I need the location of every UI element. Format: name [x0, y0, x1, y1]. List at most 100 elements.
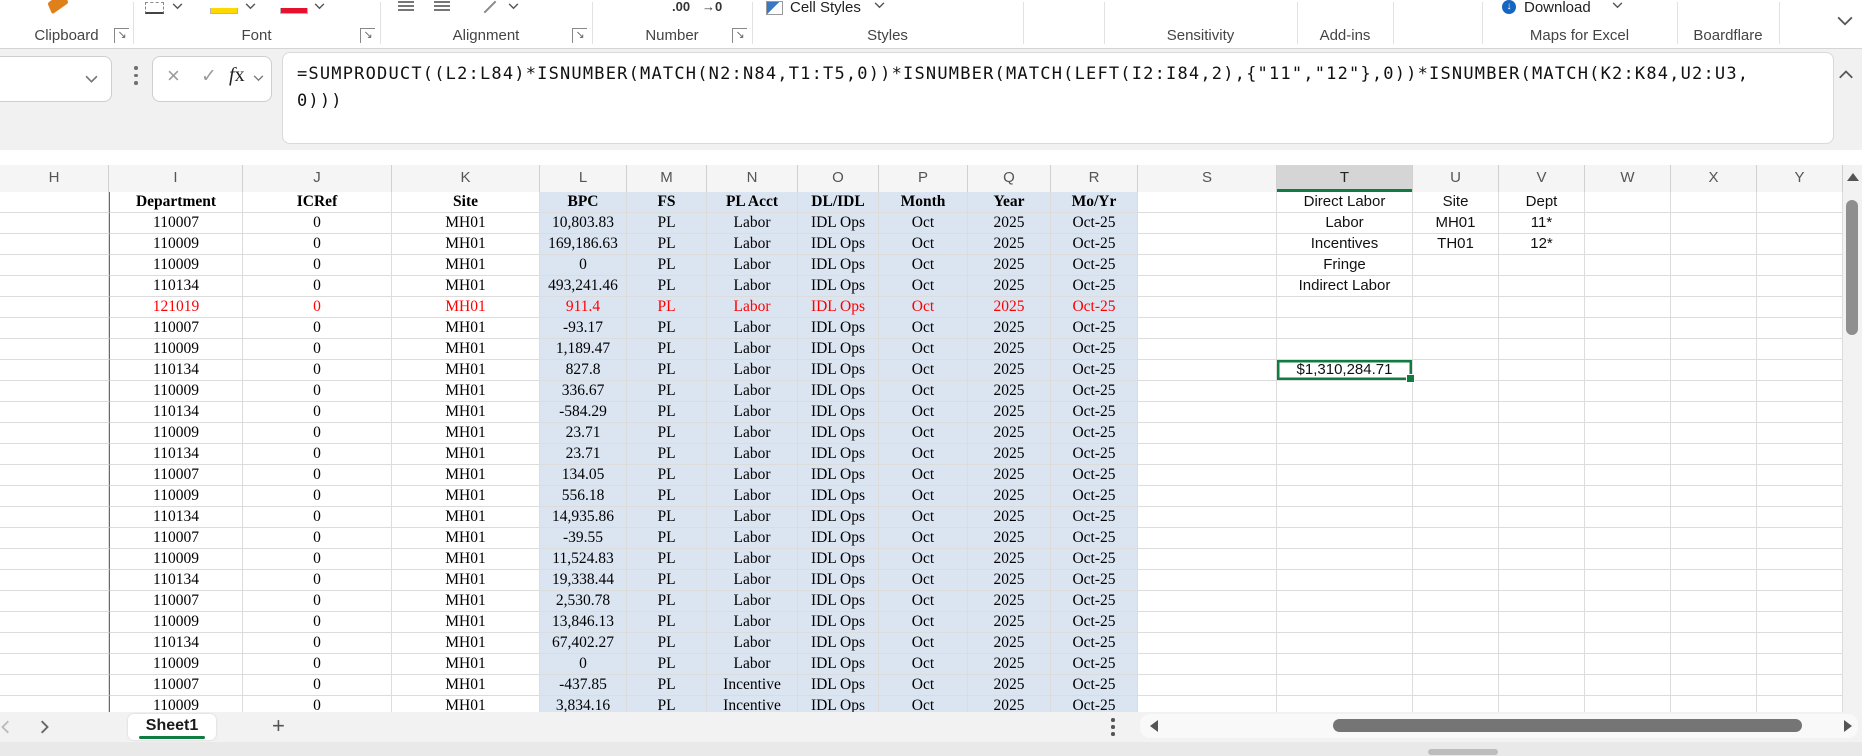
grid-cell-O24[interactable]: IDL Ops — [798, 675, 879, 696]
grid-cell-R2[interactable]: Oct-25 — [1051, 213, 1138, 234]
grid-cell-X11[interactable] — [1671, 402, 1757, 423]
grid-cell-V3[interactable]: 12* — [1499, 234, 1585, 255]
grid-cell-I3[interactable]: 110009 — [109, 234, 243, 255]
grid-cell-T6[interactable] — [1277, 297, 1413, 318]
font-dialog-launcher-icon[interactable]: ↘ — [360, 28, 375, 43]
grid-cell-I21[interactable]: 110009 — [109, 612, 243, 633]
grid-cell-S9[interactable] — [1138, 360, 1277, 381]
grid-cell-R13[interactable]: Oct-25 — [1051, 444, 1138, 465]
grid-cell-Q2[interactable]: 2025 — [968, 213, 1051, 234]
grid-cell-O20[interactable]: IDL Ops — [798, 591, 879, 612]
grid-cell-Q18[interactable]: 2025 — [968, 549, 1051, 570]
grid-cell-Y18[interactable] — [1757, 549, 1843, 570]
grid-cell-H9[interactable] — [0, 360, 109, 381]
grid-cell-J13[interactable]: 0 — [243, 444, 392, 465]
grid-cell-X2[interactable] — [1671, 213, 1757, 234]
grid-cell-Q7[interactable]: 2025 — [968, 318, 1051, 339]
grid-cell-J22[interactable]: 0 — [243, 633, 392, 654]
grid-cell-R20[interactable]: Oct-25 — [1051, 591, 1138, 612]
grid-cell-R12[interactable]: Oct-25 — [1051, 423, 1138, 444]
grid-cell-I7[interactable]: 110007 — [109, 318, 243, 339]
grid-cell-J2[interactable]: 0 — [243, 213, 392, 234]
grid-cell-R4[interactable]: Oct-25 — [1051, 255, 1138, 276]
grid-cell-R17[interactable]: Oct-25 — [1051, 528, 1138, 549]
grid-cell-K8[interactable]: MH01 — [392, 339, 540, 360]
grid-cell-H5[interactable] — [0, 276, 109, 297]
grid-cell-T5[interactable]: Indirect Labor — [1277, 276, 1413, 297]
grid-cell-H11[interactable] — [0, 402, 109, 423]
grid-cell-U13[interactable] — [1413, 444, 1499, 465]
grid-cell-W23[interactable] — [1585, 654, 1671, 675]
grid-cell-I17[interactable]: 110007 — [109, 528, 243, 549]
grid-cell-W15[interactable] — [1585, 486, 1671, 507]
grid-cell-T17[interactable] — [1277, 528, 1413, 549]
grid-cell-H25[interactable] — [0, 696, 109, 712]
grid-cell-N3[interactable]: Labor — [707, 234, 798, 255]
grid-cell-T20[interactable] — [1277, 591, 1413, 612]
grid-cell-M22[interactable]: PL — [627, 633, 707, 654]
grid-cell-N17[interactable]: Labor — [707, 528, 798, 549]
grid-cell-J6[interactable]: 0 — [243, 297, 392, 318]
grid-cell-K18[interactable]: MH01 — [392, 549, 540, 570]
grid-cell-R16[interactable]: Oct-25 — [1051, 507, 1138, 528]
grid-cell-I18[interactable]: 110009 — [109, 549, 243, 570]
grid-cell-N21[interactable]: Labor — [707, 612, 798, 633]
grid-cell-K17[interactable]: MH01 — [392, 528, 540, 549]
grid-cell-T21[interactable] — [1277, 612, 1413, 633]
grid-cell-I19[interactable]: 110134 — [109, 570, 243, 591]
grid-cell-J14[interactable]: 0 — [243, 465, 392, 486]
grid-cell-U23[interactable] — [1413, 654, 1499, 675]
grid-cell-L16[interactable]: 14,935.86 — [540, 507, 627, 528]
grid-cell-K19[interactable]: MH01 — [392, 570, 540, 591]
scroll-left-icon[interactable] — [1150, 720, 1158, 732]
grid-cell-S18[interactable] — [1138, 549, 1277, 570]
grid-cell-L4[interactable]: 0 — [540, 255, 627, 276]
grid-cell-J20[interactable]: 0 — [243, 591, 392, 612]
grid-cell-P14[interactable]: Oct — [879, 465, 968, 486]
grid-cell-I16[interactable]: 110134 — [109, 507, 243, 528]
grid-cell-P18[interactable]: Oct — [879, 549, 968, 570]
grid-cell-L5[interactable]: 493,241.46 — [540, 276, 627, 297]
grid-cell-U21[interactable] — [1413, 612, 1499, 633]
grid-cell-O15[interactable]: IDL Ops — [798, 486, 879, 507]
grid-cell-W14[interactable] — [1585, 465, 1671, 486]
grid-cell-K15[interactable]: MH01 — [392, 486, 540, 507]
grid-cell-R10[interactable]: Oct-25 — [1051, 381, 1138, 402]
grid-cell-S15[interactable] — [1138, 486, 1277, 507]
grid-cell-Q10[interactable]: 2025 — [968, 381, 1051, 402]
cell-styles-button[interactable]: Cell Styles — [790, 0, 861, 15]
grid-cell-I11[interactable]: 110134 — [109, 402, 243, 423]
grid-cell-Y17[interactable] — [1757, 528, 1843, 549]
grid-cell-K25[interactable]: MH01 — [392, 696, 540, 712]
grid-cell-Q4[interactable]: 2025 — [968, 255, 1051, 276]
grid-cell-Y25[interactable] — [1757, 696, 1843, 712]
grid-cell-U25[interactable] — [1413, 696, 1499, 712]
grid-cell-R8[interactable]: Oct-25 — [1051, 339, 1138, 360]
grid-cell-I8[interactable]: 110009 — [109, 339, 243, 360]
grid-cell-J15[interactable]: 0 — [243, 486, 392, 507]
grid-cell-W18[interactable] — [1585, 549, 1671, 570]
grid-cell-Q16[interactable]: 2025 — [968, 507, 1051, 528]
grid-cell-V17[interactable] — [1499, 528, 1585, 549]
grid-cell-J17[interactable]: 0 — [243, 528, 392, 549]
grid-cell-Q14[interactable]: 2025 — [968, 465, 1051, 486]
grid-cell-V14[interactable] — [1499, 465, 1585, 486]
grid-cell-M18[interactable]: PL — [627, 549, 707, 570]
chevron-down-icon[interactable] — [508, 3, 519, 10]
grid-cell-Y16[interactable] — [1757, 507, 1843, 528]
grid-cell-N16[interactable]: Labor — [707, 507, 798, 528]
grid-cell-Q3[interactable]: 2025 — [968, 234, 1051, 255]
grid-cell-I12[interactable]: 110009 — [109, 423, 243, 444]
grid-cell-I6[interactable]: 121019 — [109, 297, 243, 318]
grid-cell-H12[interactable] — [0, 423, 109, 444]
alignment-dialog-launcher-icon[interactable]: ↘ — [572, 28, 587, 43]
grid-cell-W22[interactable] — [1585, 633, 1671, 654]
grid-cell-K20[interactable]: MH01 — [392, 591, 540, 612]
grid-cell-L19[interactable]: 19,338.44 — [540, 570, 627, 591]
grid-cell-H17[interactable] — [0, 528, 109, 549]
grid-cell-H10[interactable] — [0, 381, 109, 402]
grid-cell-M6[interactable]: PL — [627, 297, 707, 318]
scroll-up-icon[interactable] — [1847, 173, 1859, 181]
grid-cell-N25[interactable]: Incentive — [707, 696, 798, 712]
grid-cell-R3[interactable]: Oct-25 — [1051, 234, 1138, 255]
